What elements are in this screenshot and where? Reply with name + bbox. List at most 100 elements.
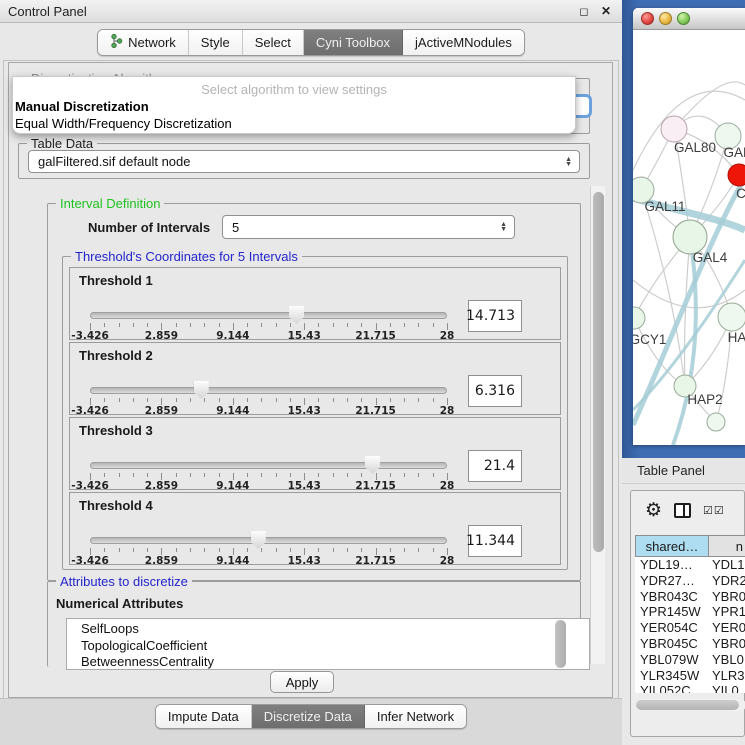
cell-name[interactable]: YPR1 (708, 604, 745, 620)
cell-name[interactable]: YDR2 (708, 573, 745, 589)
cell-name[interactable]: YIL0 (708, 683, 745, 693)
threshold-name: Threshold 3 (79, 423, 153, 438)
threshold-name: Threshold 1 (79, 273, 153, 288)
tab-style-label: Style (201, 35, 230, 50)
cell-name[interactable]: YDL1 (708, 557, 745, 573)
table-row[interactable]: YBR045CYBR0 (635, 636, 745, 652)
table-row[interactable]: YDR27…YDR2 (635, 573, 745, 589)
split-columns-icon[interactable] (674, 503, 691, 518)
table-row[interactable]: YBL079WYBL0 (635, 652, 745, 668)
network-node[interactable] (707, 413, 725, 431)
main-scrollbar-track[interactable] (590, 186, 605, 664)
network-node[interactable] (718, 303, 745, 331)
tab-discretize-data[interactable]: Discretize Data (252, 705, 365, 728)
tab-network[interactable]: Network (98, 30, 189, 55)
right-column: GAL80GALCGAL11GAL4GCY1HAHAP2 Table Panel… (622, 0, 745, 745)
table-row[interactable]: YIL052CYIL0 (635, 683, 745, 693)
settings-gear-icon[interactable]: ⚙ (645, 501, 662, 520)
attribute-item[interactable]: TopologicalCoefficient (81, 638, 589, 655)
table-panel-toolbar: ⚙ ☑☑ (631, 491, 744, 529)
slider-track[interactable] (90, 462, 447, 469)
table-row[interactable]: YBR043CYBR0 (635, 589, 745, 605)
table-row[interactable]: YDL19…YDL1 (635, 557, 745, 573)
tab-jactivemnodules[interactable]: jActiveMNodules (403, 30, 524, 55)
attributes-group-label: Attributes to discretize (56, 574, 192, 589)
network-node[interactable] (728, 164, 745, 186)
slider-tick-labels: -3.4262.8599.14415.4321.71528 (90, 480, 447, 492)
cell-name[interactable]: YLR3 (708, 668, 745, 684)
cell-name[interactable]: YBL0 (708, 652, 745, 668)
apply-button[interactable]: Apply (270, 671, 334, 693)
cell-shared-name[interactable]: YBR043C (635, 589, 708, 605)
table-data-group: Table Data galFiltered.sif default node … (18, 143, 590, 179)
network-node-label: GAL11 (644, 199, 685, 214)
table-data-combobox[interactable]: galFiltered.sif default node ▲▼ (28, 150, 580, 173)
mac-zoom-icon[interactable] (677, 12, 690, 25)
tab-cyni-toolbox[interactable]: Cyni Toolbox (304, 30, 403, 55)
bottom-tab-group: Impute Data Discretize Data Infer Networ… (155, 704, 467, 729)
numerical-attributes-list[interactable]: SelfLoopsTopologicalCoefficientBetweenne… (66, 618, 590, 670)
slider-tick-labels: -3.4262.8599.14415.4321.71528 (90, 555, 447, 567)
cell-shared-name[interactable]: YER054C (635, 620, 708, 636)
table-panel-header: Table Panel (622, 458, 745, 484)
threshold-value-field[interactable]: 6.316 (468, 375, 522, 407)
main-scrollbar-thumb[interactable] (593, 192, 604, 552)
tab-style[interactable]: Style (189, 30, 243, 55)
threshold-value-field[interactable]: 21.4 (468, 450, 522, 482)
attribute-item[interactable]: BetweennessCentrality (81, 654, 589, 670)
threshold-value-field[interactable]: 11.344 (468, 525, 522, 557)
column-header-shared-name[interactable]: shared… (636, 536, 709, 556)
attributes-scrollbar-thumb[interactable] (555, 620, 566, 668)
combo-arrows-icon: ▲▼ (565, 157, 572, 167)
cell-shared-name[interactable]: YPR145W (635, 604, 708, 620)
slider-thumb[interactable] (251, 531, 266, 549)
dropdown-option-equal-width[interactable]: Equal Width/Frequency Discretization (15, 116, 232, 131)
checkbox-icons[interactable]: ☑☑ (703, 504, 725, 517)
float-window-icon[interactable]: ◻ (576, 3, 592, 19)
cell-shared-name[interactable]: YDL19… (635, 557, 708, 573)
slider-thumb[interactable] (289, 306, 304, 324)
close-icon[interactable]: ✕ (598, 3, 614, 19)
attributes-group: Attributes to discretize Numerical Attri… (47, 581, 581, 667)
threshold-value-field[interactable]: 14.713 (468, 300, 522, 332)
cell-name[interactable]: YBR0 (708, 589, 745, 605)
slider-thumb[interactable] (194, 381, 209, 399)
slider-track[interactable] (90, 537, 447, 544)
threshold-coordinates-group: Threshold's Coordinates for 5 Intervals … (62, 256, 568, 570)
table-row[interactable]: YPR145WYPR1 (635, 604, 745, 620)
network-node-label: GAL80 (674, 140, 716, 155)
slider-track[interactable] (90, 387, 447, 394)
table-rows: YDL19…YDL1YDR27…YDR2YBR043CYBR0YPR145WYP… (635, 557, 745, 693)
network-canvas[interactable]: GAL80GALCGAL11GAL4GCY1HAHAP2 (633, 30, 745, 445)
column-header-name[interactable]: n (709, 536, 745, 556)
cell-shared-name[interactable]: YLR345W (635, 668, 708, 684)
cell-shared-name[interactable]: YIL052C (635, 683, 708, 693)
attribute-item[interactable]: SelfLoops (81, 621, 589, 638)
network-icon (110, 34, 123, 51)
app-root: Control Panel ◻ ✕ Net (0, 0, 745, 745)
cell-shared-name[interactable]: YBL079W (635, 652, 708, 668)
cell-name[interactable]: YER0 (708, 620, 745, 636)
table-hscrollbar-thumb[interactable] (636, 700, 739, 710)
table-hscrollbar-track[interactable] (635, 699, 745, 711)
number-of-intervals-combobox[interactable]: 5 ▲▼ (222, 215, 515, 239)
table-row[interactable]: YER054CYER0 (635, 620, 745, 636)
mac-close-icon[interactable] (641, 12, 654, 25)
cell-name[interactable]: YBR0 (708, 636, 745, 652)
network-node[interactable] (661, 116, 687, 142)
mac-minimize-icon[interactable] (659, 12, 672, 25)
tab-impute-data[interactable]: Impute Data (156, 705, 252, 728)
network-window: GAL80GALCGAL11GAL4GCY1HAHAP2 (633, 8, 745, 445)
threshold-coordinates-label: Threshold's Coordinates for 5 Intervals (71, 249, 302, 264)
cell-shared-name[interactable]: YBR045C (635, 636, 708, 652)
network-node[interactable] (633, 307, 645, 329)
tab-select[interactable]: Select (243, 30, 304, 55)
slider-thumb[interactable] (365, 456, 380, 474)
table-row[interactable]: YLR345WYLR3 (635, 668, 745, 684)
dropdown-option-manual[interactable]: Manual Discretization (15, 99, 149, 114)
cell-shared-name[interactable]: YDR27… (635, 573, 708, 589)
tab-infer-network[interactable]: Infer Network (365, 705, 466, 728)
numerical-attributes-label: Numerical Attributes (56, 596, 183, 611)
network-node[interactable] (673, 220, 707, 254)
slider-track[interactable] (90, 312, 447, 319)
